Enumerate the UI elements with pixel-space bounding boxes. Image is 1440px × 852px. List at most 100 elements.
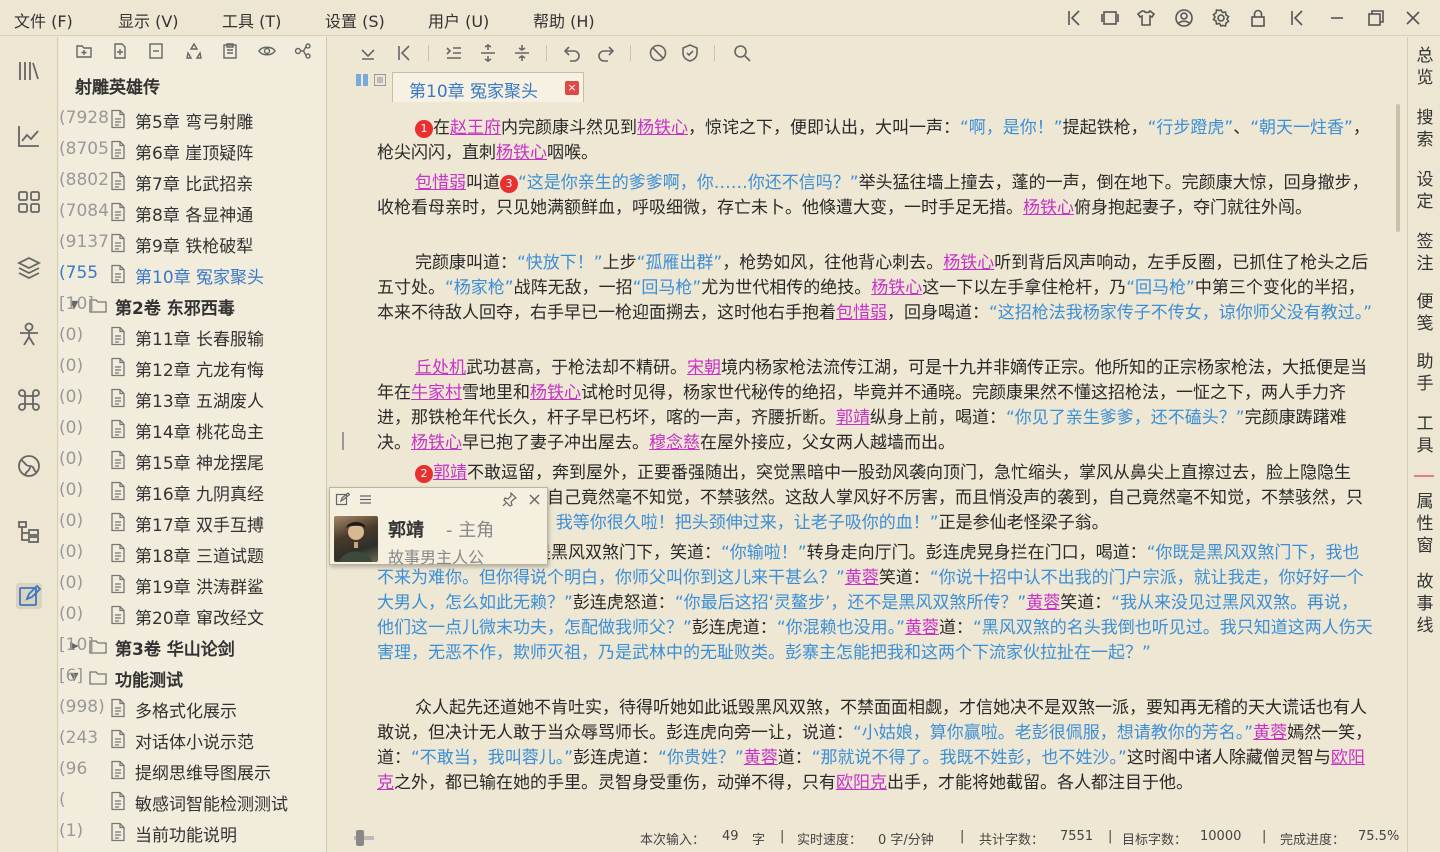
entity-name-link[interactable]: 丘处机 (415, 358, 466, 378)
redo-icon[interactable] (596, 43, 616, 63)
right-panel-tab[interactable]: 搜索 (1414, 107, 1436, 151)
tree-volume-row[interactable]: ▼ 功能测试 [6] (59, 661, 326, 692)
statistics-chart-icon[interactable] (16, 123, 42, 149)
tree-chapter-row[interactable]: 第20章 窜改经文 (0) (59, 599, 326, 630)
entity-name-link[interactable]: 杨铁心 (871, 278, 922, 298)
collapse-left-icon[interactable] (394, 43, 414, 63)
new-file-icon[interactable] (111, 42, 129, 60)
paragraph[interactable]: 众人起先还道她不肯吐实，待得听她如此诋毁黑风双煞，不禁面面相觑，才信她决不是双煞… (377, 696, 1373, 796)
entity-name-link[interactable]: 包惜弱 (836, 303, 887, 323)
tree-chapter-row[interactable]: 第14章 桃花岛主 (0) (59, 413, 326, 444)
right-panel-tab[interactable]: 工具 (1414, 413, 1436, 457)
close-window-icon[interactable] (1403, 8, 1423, 28)
entity-name-link[interactable]: 杨铁心 (530, 383, 581, 403)
layers-icon[interactable] (16, 255, 42, 281)
line-spacing-expand-icon[interactable] (478, 43, 498, 63)
user-avatar-icon[interactable] (1174, 8, 1194, 28)
edit-icon[interactable] (335, 492, 351, 507)
entity-name-link[interactable]: 黄蓉 (845, 568, 879, 588)
eye-preview-icon[interactable] (258, 42, 276, 60)
entity-name-link[interactable]: 郭靖 (433, 463, 467, 483)
clipboard-icon[interactable] (221, 42, 239, 60)
text-editor[interactable]: 1 在赵王府内完颜康斗然见到杨铁心，惊诧之下，便即认出，大叫一声：“啊，是你！”提… (348, 104, 1406, 812)
paragraph[interactable]: 包惜弱叫道 3 “这是你亲生的爹爹啊，你……你还不信吗？”举头猛往墙上撞去，蓬的一声… (377, 171, 1373, 221)
undo-icon[interactable] (562, 43, 582, 63)
tree-chapter-row[interactable]: 第8章 各显神通 (7084 (59, 196, 326, 227)
minimize-icon[interactable] (1327, 8, 1347, 28)
new-folder-icon[interactable] (75, 42, 93, 60)
tree-chapter-row[interactable]: 第10章 冤家聚头 (755 (59, 258, 326, 289)
right-panel-tab[interactable]: 故事线 (1414, 571, 1436, 637)
theme-shirt-icon[interactable] (1136, 8, 1156, 28)
tree-chapter-row[interactable]: 第12章 亢龙有悔 (0) (59, 351, 326, 382)
world-globe-icon[interactable] (16, 453, 42, 479)
tree-volume-row[interactable]: ▶ 第3卷 华山论剑 [10] (59, 630, 326, 661)
character-person-icon[interactable] (16, 321, 42, 347)
annotation-badge[interactable]: 3 (500, 175, 518, 193)
entity-name-link[interactable]: 杨铁心 (637, 118, 688, 138)
tree-chapter-row[interactable]: 第13章 五湖废人 (0) (59, 382, 326, 413)
tree-volume-row[interactable]: ▼ 第2卷 东邪西毒 [10] (59, 289, 326, 320)
tree-chapter-row[interactable]: 第16章 九阴真经 (0) (59, 475, 326, 506)
split-view-icon[interactable] (356, 74, 368, 86)
library-books-icon[interactable] (16, 58, 42, 84)
tab-chapter-10[interactable]: 第10章 冤家聚头 × (392, 72, 584, 102)
single-view-icon[interactable] (374, 74, 386, 86)
tab-close-icon[interactable]: × (565, 81, 579, 95)
scrollbar-thumb[interactable] (1396, 104, 1400, 232)
collapse-panel-icon[interactable] (1287, 8, 1307, 28)
entity-name-link[interactable]: 欧阳克 (836, 773, 887, 793)
edit-write-icon[interactable] (16, 583, 42, 609)
settings-gear-icon[interactable] (1211, 8, 1231, 28)
delete-file-icon[interactable] (147, 42, 165, 60)
shield-check-icon[interactable] (680, 43, 700, 63)
tree-chapter-row[interactable]: 提纲思维导图展示 (96 (59, 754, 326, 785)
indent-icon[interactable] (444, 43, 464, 63)
tree-chapter-row[interactable]: 敏感词智能检测测试 ( (59, 785, 326, 816)
entity-name-link[interactable]: 杨铁心 (1023, 198, 1074, 218)
entity-name-link[interactable]: 黄蓉 (1253, 723, 1287, 743)
paragraph[interactable]: 1 在赵王府内完颜康斗然见到杨铁心，惊诧之下，便即认出，大叫一声：“啊，是你！”提… (377, 116, 1373, 166)
expand-down-icon[interactable] (358, 43, 378, 63)
forbid-icon[interactable] (648, 43, 668, 63)
recycle-icon[interactable] (185, 42, 203, 60)
fullscreen-icon[interactable] (1100, 8, 1120, 28)
search-icon[interactable] (732, 43, 752, 63)
restore-icon[interactable] (1366, 8, 1386, 28)
entity-name-link[interactable]: 黄蓉 (905, 618, 939, 638)
tree-chapter-row[interactable]: 多格式化展示 (998) (59, 692, 326, 723)
menu-help[interactable]: 帮助 (H) (533, 8, 595, 32)
right-panel-tab[interactable]: 属性窗 (1414, 491, 1436, 557)
tree-chapter-row[interactable]: 第7章 比武招亲 (8802 (59, 165, 326, 196)
tree-chapter-row[interactable]: 第19章 洪涛群鲨 (0) (59, 568, 326, 599)
tree-chapter-row[interactable]: 当前功能说明 (1) (59, 816, 326, 847)
outline-tree-icon[interactable] (16, 519, 42, 545)
grid-apps-icon[interactable] (16, 189, 42, 215)
paragraph[interactable]: 完颜康叫道：“快放下！”上步“孤雁出群”，枪势如风，往他背心刺去。杨铁心听到背后… (377, 251, 1373, 326)
right-panel-tab[interactable]: 签注 (1414, 231, 1436, 275)
annotation-badge[interactable]: 2 (415, 465, 433, 483)
entity-name-link[interactable]: 杨铁心 (943, 253, 994, 273)
zoom-slider-knob[interactable] (356, 830, 364, 846)
tree-chapter-row[interactable]: 第18章 三道试题 (0) (59, 537, 326, 568)
entity-name-link[interactable]: 穆念慈 (649, 433, 700, 453)
right-panel-tab[interactable]: 总览 (1414, 45, 1436, 89)
entity-name-link[interactable]: 黄蓉 (1026, 593, 1060, 613)
menu-icon[interactable] (358, 492, 373, 507)
close-icon[interactable] (527, 492, 542, 507)
line-spacing-shrink-icon[interactable] (512, 43, 532, 63)
menu-user[interactable]: 用户 (U) (428, 8, 489, 32)
annotation-badge[interactable]: 1 (415, 120, 433, 138)
editor-scrollbar[interactable] (1393, 104, 1403, 812)
menu-settings[interactable]: 设置 (S) (325, 8, 385, 32)
entity-name-link[interactable]: 宋朝 (687, 358, 721, 378)
lock-icon[interactable] (1248, 8, 1268, 28)
pin-icon[interactable] (502, 491, 518, 507)
tree-chapter-row[interactable]: 对话体小说示范 (243 (59, 723, 326, 754)
paragraph[interactable]: 丘处机武功甚高，于枪法却不精研。宋朝境内杨家枪法流传江湖，可是十九并非嫡传正宗。… (377, 356, 1373, 456)
menu-tools[interactable]: 工具 (T) (222, 8, 281, 32)
entity-name-link[interactable]: 郭靖 (836, 408, 870, 428)
tree-chapter-row[interactable]: 第15章 神龙摆尾 (0) (59, 444, 326, 475)
right-panel-tab[interactable]: 设定 (1414, 169, 1436, 213)
entity-name-link[interactable]: 黄蓉 (744, 748, 778, 768)
